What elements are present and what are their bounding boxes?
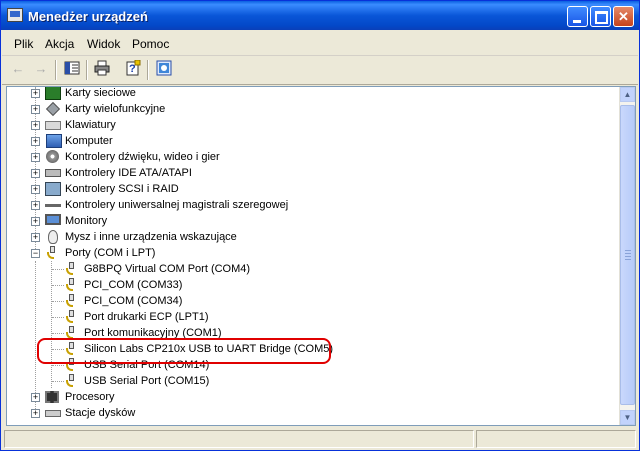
device-row[interactable]: G8BPQ Virtual COM Port (COM4) bbox=[7, 261, 607, 277]
title-bar[interactable]: Menedżer urządzeń ✕ bbox=[1, 1, 639, 30]
expand-icon[interactable]: + bbox=[31, 105, 40, 114]
device-label: PCI_COM (COM33) bbox=[84, 279, 183, 291]
port-icon bbox=[65, 262, 78, 275]
device-label: Port drukarki ECP (LPT1) bbox=[84, 311, 209, 323]
category-label: Kontrolery dźwięku, wideo i gier bbox=[65, 151, 220, 163]
tree-category-row[interactable]: + Kontrolery uniwersalnej magistrali sze… bbox=[7, 197, 607, 213]
device-row[interactable]: USB Serial Port (COM15) bbox=[7, 373, 607, 389]
port-icon bbox=[65, 278, 78, 291]
expand-icon[interactable]: + bbox=[31, 217, 40, 226]
tree-category-row[interactable]: + Procesory bbox=[7, 389, 607, 405]
device-label: PCI_COM (COM34) bbox=[84, 295, 183, 307]
device-label: USB Serial Port (COM15) bbox=[84, 375, 210, 387]
tree-category-row[interactable]: + Mysz i inne urządzenia wskazujące bbox=[7, 229, 607, 245]
category-label: Porty (COM i LPT) bbox=[65, 247, 156, 259]
device-tree: + Karty sieciowe + Karty wielofunkcyjne … bbox=[7, 87, 621, 425]
window-title: Menedżer urządzeń bbox=[28, 9, 148, 24]
minimize-button[interactable] bbox=[567, 6, 588, 27]
collapse-icon[interactable]: − bbox=[31, 249, 40, 258]
port-icon bbox=[46, 246, 59, 259]
sound-icon bbox=[46, 150, 59, 163]
scroll-thumb[interactable] bbox=[620, 105, 635, 405]
maximize-button[interactable] bbox=[590, 6, 611, 27]
menu-bar: Plik Akcja Widok Pomoc bbox=[2, 31, 638, 56]
monitor-icon bbox=[45, 214, 61, 225]
menu-widok[interactable]: Widok bbox=[87, 37, 120, 51]
port-icon bbox=[65, 294, 78, 307]
usb-icon bbox=[45, 204, 61, 207]
scsi-controller-icon bbox=[45, 182, 61, 196]
tree-category-row[interactable]: + Monitory bbox=[7, 213, 607, 229]
network-card-icon bbox=[45, 87, 61, 100]
processor-icon bbox=[45, 391, 59, 403]
forward-arrow-icon[interactable]: → bbox=[32, 60, 50, 78]
tree-category-row[interactable]: + Karty sieciowe bbox=[7, 87, 607, 101]
device-manager-app-icon bbox=[7, 8, 23, 22]
expand-icon[interactable]: + bbox=[31, 169, 40, 178]
category-label: Kontrolery IDE ATA/ATAPI bbox=[65, 167, 192, 179]
disk-drive-icon bbox=[45, 410, 61, 417]
scroll-up-button[interactable]: ▲ bbox=[620, 87, 635, 102]
device-label: G8BPQ Virtual COM Port (COM4) bbox=[84, 263, 251, 275]
category-label: Klawiatury bbox=[65, 119, 116, 131]
tree-category-row-ports[interactable]: − Porty (COM i LPT) bbox=[7, 245, 607, 261]
device-row[interactable]: Port drukarki ECP (LPT1) bbox=[7, 309, 607, 325]
tree-category-row[interactable]: + Kontrolery SCSI i RAID bbox=[7, 181, 607, 197]
category-label: Karty wielofunkcyjne bbox=[65, 103, 166, 115]
tree-category-row[interactable]: + Kontrolery IDE ATA/ATAPI bbox=[7, 165, 607, 181]
menu-akcja[interactable]: Akcja bbox=[45, 37, 74, 51]
vertical-scrollbar[interactable]: ▲ ▼ bbox=[619, 87, 635, 425]
device-row[interactable]: PCI_COM (COM34) bbox=[7, 293, 607, 309]
category-label: Procesory bbox=[65, 391, 115, 403]
category-label: Kontrolery SCSI i RAID bbox=[65, 183, 179, 195]
category-label: Komputer bbox=[65, 135, 113, 147]
tree-category-row[interactable]: + Karty wielofunkcyjne bbox=[7, 101, 607, 117]
category-label: Stacje dysków bbox=[65, 407, 136, 419]
category-label: Kontrolery uniwersalnej magistrali szere… bbox=[65, 199, 289, 211]
mouse-icon bbox=[48, 230, 58, 244]
toolbar-separator bbox=[55, 60, 57, 80]
expand-icon[interactable]: + bbox=[31, 185, 40, 194]
expand-icon[interactable]: + bbox=[31, 89, 40, 98]
device-manager-window: Menedżer urządzeń ✕ Plik Akcja Widok Pom… bbox=[0, 0, 640, 451]
expand-icon[interactable]: + bbox=[31, 201, 40, 210]
ide-controller-icon bbox=[45, 169, 61, 177]
expand-icon[interactable]: + bbox=[31, 153, 40, 162]
toolbar: ← → ? bbox=[2, 56, 638, 85]
status-bar bbox=[2, 428, 638, 450]
printer-icon[interactable] bbox=[93, 60, 111, 78]
status-cell-secondary bbox=[476, 430, 636, 448]
device-tree-pane: + Karty sieciowe + Karty wielofunkcyjne … bbox=[6, 86, 636, 426]
menu-pomoc[interactable]: Pomoc bbox=[132, 37, 169, 51]
red-highlight-annotation bbox=[37, 338, 331, 364]
toolbar-separator bbox=[86, 60, 88, 80]
port-icon bbox=[65, 310, 78, 323]
close-button[interactable]: ✕ bbox=[613, 6, 634, 27]
tree-category-row[interactable]: + Kontrolery dźwięku, wideo i gier bbox=[7, 149, 607, 165]
tree-category-row[interactable]: + Komputer bbox=[7, 133, 607, 149]
port-icon bbox=[65, 374, 78, 387]
tree-category-row[interactable]: + Klawiatury bbox=[7, 117, 607, 133]
console-tree-icon[interactable] bbox=[63, 60, 81, 78]
category-label: Karty sieciowe bbox=[65, 87, 136, 99]
expand-icon[interactable]: + bbox=[31, 409, 40, 418]
toolbar-separator bbox=[147, 60, 149, 80]
tree-category-row[interactable]: + Stacje dysków bbox=[7, 405, 607, 421]
keyboard-icon bbox=[45, 121, 61, 130]
menu-plik[interactable]: Plik bbox=[14, 37, 33, 51]
category-label: Monitory bbox=[65, 215, 108, 227]
computer-icon bbox=[46, 134, 62, 148]
expand-icon[interactable]: + bbox=[31, 137, 40, 146]
expand-icon[interactable]: + bbox=[31, 121, 40, 130]
expand-icon[interactable]: + bbox=[31, 393, 40, 402]
status-cell-main bbox=[4, 430, 474, 448]
category-label: Mysz i inne urządzenia wskazujące bbox=[65, 231, 237, 243]
properties-icon[interactable] bbox=[155, 60, 173, 78]
help-icon[interactable]: ? bbox=[124, 59, 142, 78]
back-arrow-icon[interactable]: ← bbox=[9, 60, 27, 78]
scroll-down-button[interactable]: ▼ bbox=[620, 410, 635, 425]
expand-icon[interactable]: + bbox=[31, 233, 40, 242]
multifunction-card-icon bbox=[45, 101, 61, 117]
device-row[interactable]: PCI_COM (COM33) bbox=[7, 277, 607, 293]
